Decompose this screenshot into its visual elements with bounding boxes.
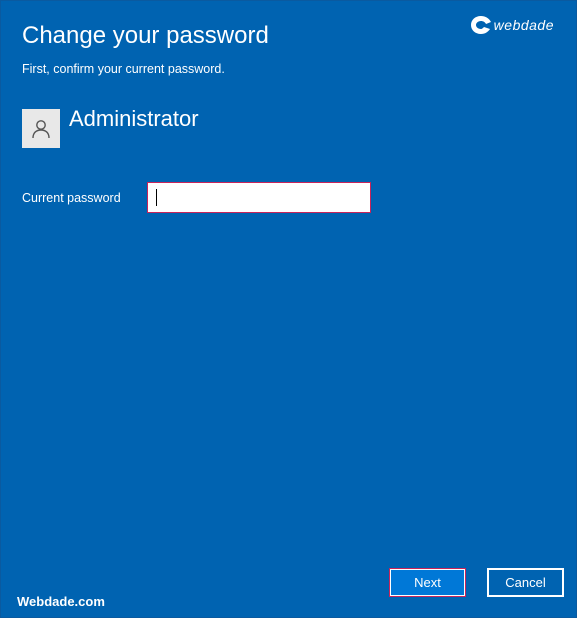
footer-brand: Webdade.com bbox=[17, 594, 105, 609]
brand-name: webdade bbox=[493, 17, 554, 33]
user-icon bbox=[32, 119, 50, 138]
page-title: Change your password bbox=[22, 22, 269, 49]
instruction-text: First, confirm your current password. bbox=[22, 62, 225, 76]
current-password-label: Current password bbox=[22, 191, 121, 205]
text-cursor bbox=[156, 189, 157, 206]
change-password-dialog: Change your password First, confirm your… bbox=[0, 0, 577, 618]
webdade-logo-icon bbox=[470, 15, 492, 35]
current-password-input[interactable] bbox=[148, 183, 370, 212]
avatar bbox=[22, 109, 60, 148]
cancel-button[interactable]: Cancel bbox=[487, 568, 564, 597]
next-button[interactable]: Next bbox=[389, 568, 466, 597]
current-password-field-wrapper bbox=[147, 182, 371, 213]
user-name: Administrator bbox=[69, 106, 199, 131]
brand-logo: webdade bbox=[470, 15, 554, 35]
